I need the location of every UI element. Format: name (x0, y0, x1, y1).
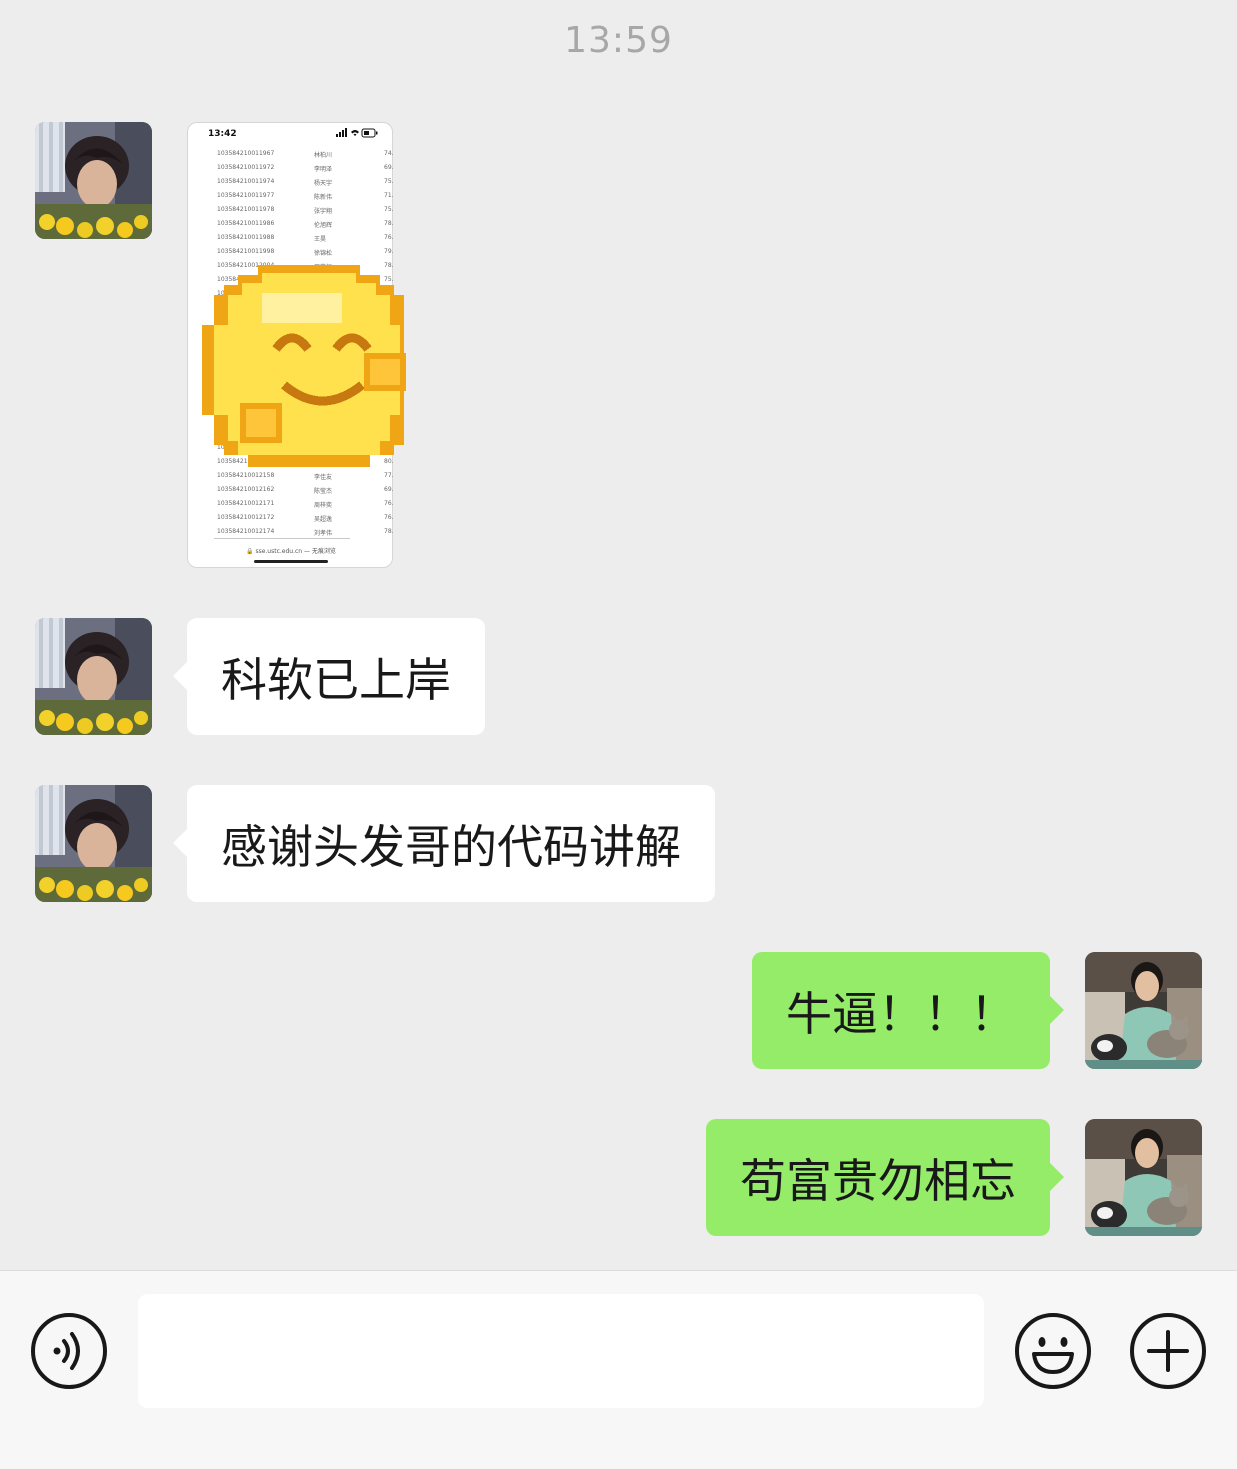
screenshot-table-row: 103584210011986 伦旭辉 78. (188, 217, 394, 231)
screenshot-cell-name: 徐锦松 (314, 250, 333, 257)
image-message[interactable]: 13:42 103584210011967 林柏川 74. 1035842100119… (187, 122, 406, 568)
self-avatar[interactable] (1085, 952, 1202, 1069)
screenshot-cell-id: 103584210011978 (217, 206, 275, 213)
screenshot-url-bar: 🔒 sse.ustc.edu.cn — 无痕浏览 (246, 548, 336, 555)
screenshot-cell-score: 69. (384, 486, 394, 493)
screenshot-cell-score: 76. (384, 234, 394, 241)
screenshot-cell-score: 76. (384, 514, 394, 521)
contact-avatar[interactable] (35, 618, 152, 735)
self-avatar[interactable] (1085, 1119, 1202, 1236)
emoji-button[interactable] (1014, 1312, 1092, 1390)
screenshot-table-row: 103584210012172 吴超逸 76. (188, 511, 394, 525)
screenshot-cell-id: 103584210012172 (217, 514, 275, 521)
screenshot-cell-name: 吴超逸 (314, 516, 333, 523)
screenshot-cell-id: 103584210011986 (217, 220, 275, 227)
screenshot-cell-score: 79. (384, 248, 394, 255)
screenshot-cell-id: 103584210011972 (217, 164, 275, 171)
screenshot-cell-name: 李明泽 (314, 166, 333, 173)
screenshot-cell-id: 103584210012162 (217, 486, 275, 493)
screenshot-cell-id: 103584210012174 (217, 528, 275, 535)
screenshot-cell-id: 103584210011998 (217, 248, 275, 255)
chat-input-bar (0, 1270, 1237, 1469)
screenshot-cell-score: 76. (384, 500, 394, 507)
smiley-icon (1015, 1313, 1091, 1389)
message-bubble-self[interactable]: 苟富贵勿相忘 (706, 1119, 1064, 1236)
message-timestamp: 13:59 (564, 20, 673, 61)
screenshot-cell-score: 78. (384, 528, 394, 535)
screenshot-cell-name: 陈新伟 (314, 194, 333, 201)
contact-avatar[interactable] (35, 122, 152, 239)
screenshot-cell-score: 74. (384, 150, 394, 157)
contact-avatar[interactable] (35, 785, 152, 902)
screenshot-cell-score: 78. (384, 220, 394, 227)
signal-wifi-battery-icon (336, 128, 378, 138)
more-button[interactable] (1129, 1312, 1207, 1390)
voice-icon (31, 1313, 107, 1389)
screenshot-table-row: 103584210012171 周梓奕 76. (188, 497, 394, 511)
screenshot-cell-score: 75. (384, 178, 394, 185)
screenshot-cell-id: 103584210011967 (217, 150, 275, 157)
screenshot-table-row: 103584210011974 杨天宇 75. (188, 175, 394, 189)
message-bubble[interactable]: 感谢头发哥的代码讲解 (173, 785, 715, 902)
screenshot-cell-score: 77. (384, 472, 394, 479)
screenshot-cell-name: 王昊 (314, 236, 327, 243)
voice-button[interactable] (30, 1312, 108, 1390)
screenshot-cell-name: 陈莹杰 (314, 488, 333, 495)
screenshot-table-row: 103584210011972 李明泽 69. (188, 161, 394, 175)
screenshot-divider (214, 538, 350, 539)
screenshot-table-row: 103584210011977 陈新伟 71. (188, 189, 394, 203)
screenshot-cell-id: 103584210011974 (217, 178, 275, 185)
screenshot-cell-score: 75. (384, 206, 394, 213)
screenshot-cell-id: 103584210012158 (217, 472, 275, 479)
screenshot-cell-id: 103584210011988 (217, 234, 275, 241)
message-input[interactable] (138, 1294, 984, 1408)
message-bubble-self[interactable]: 牛逼！！！ (752, 952, 1064, 1069)
screenshot-table-row: 103584210012162 陈莹杰 69. (188, 483, 394, 497)
screenshot-cell-id: 103584210011977 (217, 192, 275, 199)
screenshot-cell-score: 71. (384, 192, 394, 199)
screenshot-table-row: 103584210011967 林柏川 74. (188, 147, 394, 161)
screenshot-cell-score: 69. (384, 164, 394, 171)
smirk-emoji-icon (202, 265, 406, 467)
message-bubble[interactable]: 科软已上岸 (173, 618, 485, 735)
screenshot-cell-name: 李佳友 (314, 474, 333, 481)
screenshot-cell-name: 周梓奕 (314, 502, 333, 509)
screenshot-table-row: 103584210011978 张宇翔 75. (188, 203, 394, 217)
screenshot-cell-id: 103584210012171 (217, 500, 275, 507)
screenshot-cell-name: 林柏川 (314, 152, 333, 159)
screenshot-home-indicator (254, 560, 328, 563)
screenshot-cell-name: 张宇翔 (314, 208, 333, 215)
screenshot-table-row: 103584210011988 王昊 76. (188, 231, 394, 245)
screenshot-table-row: 103584210011998 徐锦松 79. (188, 245, 394, 259)
plus-icon (1130, 1313, 1206, 1389)
screenshot-cell-name: 伦旭辉 (314, 222, 333, 229)
screenshot-table-row: 103584210012158 李佳友 77. (188, 469, 394, 483)
screenshot-table-row: 103584210012174 刘孝伟 78. (188, 525, 394, 539)
screenshot-status-time: 13:42 (208, 129, 237, 139)
screenshot-cell-name: 杨天宇 (314, 180, 333, 187)
screenshot-cell-name: 刘孝伟 (314, 530, 333, 537)
